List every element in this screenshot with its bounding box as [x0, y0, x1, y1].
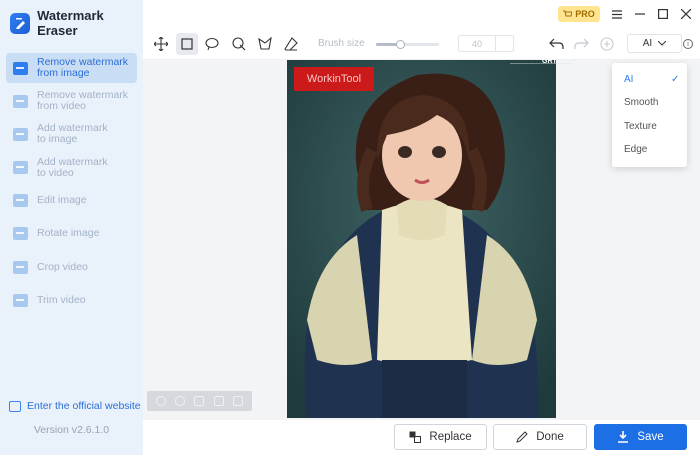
brush-size-input[interactable]: 40 [458, 35, 514, 52]
brush-size-stepper[interactable] [495, 36, 513, 51]
compare-icon[interactable] [596, 33, 618, 55]
fit-screen-icon[interactable] [213, 396, 224, 406]
sidebar-item-remove-watermark-image[interactable]: Remove watermark from image [6, 53, 137, 83]
zoom-in-icon[interactable] [175, 396, 186, 406]
sidebar: Watermark Eraser Remove watermark from i… [0, 0, 143, 455]
sidebar-item-trim-video[interactable]: Trim video [6, 285, 137, 315]
menu-icon[interactable] [609, 6, 625, 22]
eraser-tool-icon[interactable] [280, 33, 302, 55]
sidebar-item-label: Edit image [37, 194, 87, 207]
lasso-tool-icon[interactable] [201, 33, 223, 55]
replace-button[interactable]: Replace [394, 424, 487, 450]
sidebar-item-add-watermark-video[interactable]: Add watermark to video [6, 153, 137, 183]
pro-label: PRO [575, 9, 595, 19]
zoom-out-icon[interactable] [155, 396, 166, 406]
rotate-image-icon [13, 227, 28, 241]
sidebar-item-crop-video[interactable]: Crop video [6, 252, 137, 282]
image-add-icon [13, 127, 28, 141]
dropdown-option-texture[interactable]: Texture [624, 121, 657, 132]
mode-select[interactable]: AI [627, 34, 682, 53]
save-label: Save [637, 431, 664, 443]
sidebar-item-label: Remove watermark from image [37, 56, 129, 79]
move-tool-icon[interactable] [150, 33, 172, 55]
check-icon: ✓ [671, 74, 680, 85]
minimize-icon[interactable] [632, 6, 648, 22]
close-icon[interactable] [678, 6, 694, 22]
video-remove-icon [13, 94, 28, 108]
image-remove-icon [13, 61, 28, 75]
sidebar-item-label: Trim video [37, 293, 86, 306]
app-logo-icon [10, 12, 31, 34]
brush-size-slider-thumb[interactable] [396, 40, 405, 49]
app-title: Watermark Eraser [37, 8, 104, 38]
done-label: Done [536, 431, 564, 443]
rectangle-tool-icon[interactable] [176, 33, 198, 55]
smart-select-icon[interactable] [228, 33, 250, 55]
sidebar-item-rotate-image[interactable]: Rotate image [6, 219, 137, 249]
official-website-label: Enter the official website [27, 400, 141, 412]
polygon-tool-icon[interactable] [254, 33, 276, 55]
info-icon[interactable]: i [683, 39, 693, 49]
sidebar-item-add-watermark-image[interactable]: Add watermark to image [6, 119, 137, 149]
sidebar-nav: Remove watermark from image Remove water… [6, 53, 137, 319]
dropdown-option-smooth[interactable]: Smooth [624, 97, 658, 108]
replace-label: Replace [429, 431, 472, 443]
official-website-link[interactable]: Enter the official website [9, 400, 141, 412]
watermark-text: WorkinTool [306, 73, 362, 85]
pro-badge[interactable]: PRO [558, 6, 600, 22]
preview-image[interactable] [287, 60, 556, 418]
monitor-icon [9, 400, 21, 412]
done-icon [516, 431, 528, 443]
crop-video-icon [13, 260, 28, 274]
video-add-icon [13, 161, 28, 175]
edit-image-icon [13, 194, 28, 208]
sidebar-item-edit-image[interactable]: Edit image [6, 186, 137, 216]
maximize-icon[interactable] [655, 6, 671, 22]
undo-icon[interactable] [545, 33, 567, 55]
brush-size-label: Brush size [318, 38, 365, 49]
image-corner-brand: GRT [542, 58, 557, 65]
save-button[interactable]: Save [594, 424, 687, 450]
image-corner-caption: —————————— [510, 61, 572, 67]
mode-select-value: AI [642, 38, 653, 49]
version-text: Version v2.6.1.0 [33, 424, 110, 436]
sidebar-item-remove-watermark-video[interactable]: Remove watermark from video [6, 86, 137, 116]
cart-icon [563, 10, 573, 17]
dropdown-option-ai[interactable]: AI [624, 74, 633, 85]
portrait-illustration [287, 60, 556, 418]
replace-icon [409, 431, 422, 443]
dropdown-option-edge[interactable]: Edge [624, 144, 647, 155]
sidebar-item-label: Rotate image [37, 227, 100, 240]
split-view-icon[interactable] [233, 396, 244, 406]
actual-size-icon[interactable] [194, 396, 205, 406]
sidebar-item-label: Crop video [37, 260, 88, 273]
sidebar-item-label: Add watermark to image [37, 122, 108, 146]
watermark-selection[interactable]: WorkinTool [294, 67, 374, 91]
redo-icon[interactable] [570, 33, 592, 55]
trim-video-icon [13, 293, 28, 307]
brush-size-value: 40 [471, 38, 482, 49]
brand: Watermark Eraser [10, 8, 143, 38]
sidebar-item-label: Remove watermark from video [37, 89, 129, 113]
download-icon [618, 431, 629, 443]
sidebar-item-label: Add watermark to video [37, 155, 108, 179]
zoom-toolbar [147, 391, 252, 411]
done-button[interactable]: Done [493, 424, 587, 450]
chevron-down-icon [658, 41, 667, 46]
